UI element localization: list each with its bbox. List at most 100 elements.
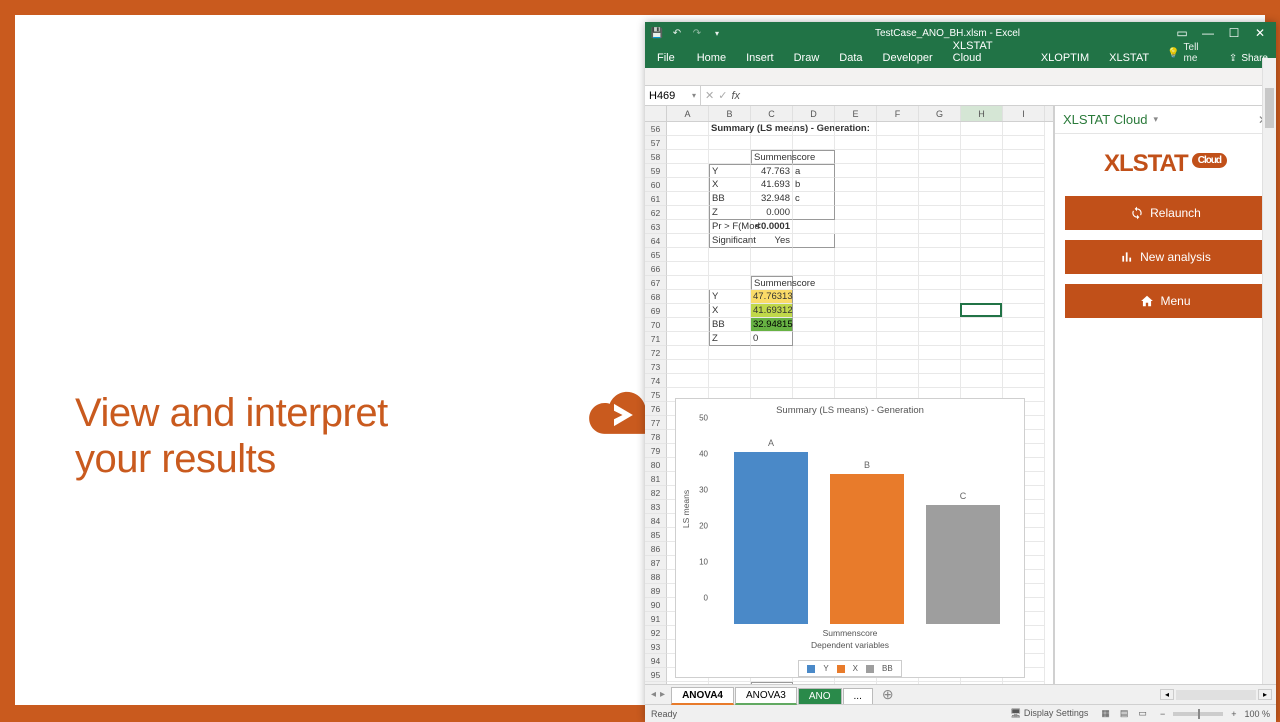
cell-A63[interactable] [667, 220, 709, 234]
name-box[interactable]: H469▾ [645, 86, 701, 105]
cell-I58[interactable] [1003, 150, 1045, 164]
row-header[interactable]: 94 [645, 654, 667, 668]
cell-A67[interactable] [667, 276, 709, 290]
row-header[interactable]: 66 [645, 262, 667, 276]
cell-H63[interactable] [961, 220, 1003, 234]
row-header[interactable]: 68 [645, 290, 667, 304]
tab-draw[interactable]: Draw [784, 48, 830, 68]
row-header[interactable]: 70 [645, 318, 667, 332]
fx-icon[interactable]: fx [731, 90, 740, 102]
cell-C64[interactable]: Yes [751, 234, 793, 248]
row-header[interactable]: 91 [645, 612, 667, 626]
cell-H72[interactable] [961, 346, 1003, 360]
column-header-C[interactable]: C [751, 106, 793, 121]
cell-G74[interactable] [919, 374, 961, 388]
row-header[interactable]: 73 [645, 360, 667, 374]
cell-C57[interactable] [751, 136, 793, 150]
cell-I60[interactable] [1003, 178, 1045, 192]
cell-I56[interactable] [1003, 122, 1045, 136]
cell-H73[interactable] [961, 360, 1003, 374]
cell-A70[interactable] [667, 318, 709, 332]
cell-I65[interactable] [1003, 248, 1045, 262]
cell-A74[interactable] [667, 374, 709, 388]
tab-nav-first-icon[interactable]: ◂ [651, 689, 656, 700]
cell-B64[interactable]: Significant [709, 234, 751, 248]
row-header[interactable]: 65 [645, 248, 667, 262]
row-header[interactable]: 71 [645, 332, 667, 346]
row-header[interactable]: 57 [645, 136, 667, 150]
cell-C62[interactable]: 0.000 [751, 206, 793, 220]
cell-G66[interactable] [919, 262, 961, 276]
cell-A57[interactable] [667, 136, 709, 150]
sidepane-dropdown-icon[interactable]: ▾ [1154, 114, 1159, 125]
cell-D65[interactable] [793, 248, 835, 262]
row-header[interactable]: 95 [645, 668, 667, 682]
cell-A58[interactable] [667, 150, 709, 164]
cell-D69[interactable] [793, 304, 835, 318]
tab-xlstat[interactable]: XLSTAT [1099, 48, 1159, 68]
cell-E66[interactable] [835, 262, 877, 276]
chevron-down-icon[interactable]: ▾ [692, 91, 696, 100]
cell-H67[interactable] [961, 276, 1003, 290]
cell-I59[interactable] [1003, 164, 1045, 178]
cell-D61[interactable]: c [793, 192, 835, 206]
cell-E72[interactable] [835, 346, 877, 360]
column-header-F[interactable]: F [877, 106, 919, 121]
cell-A96[interactable] [667, 682, 709, 684]
cell-C69[interactable]: 41.69312 [751, 304, 793, 318]
column-header-D[interactable]: D [793, 106, 835, 121]
cell-I72[interactable] [1003, 346, 1045, 360]
row-header[interactable]: 78 [645, 430, 667, 444]
cell-D74[interactable] [793, 374, 835, 388]
cell-G58[interactable] [919, 150, 961, 164]
cell-D71[interactable] [793, 332, 835, 346]
cell-F67[interactable] [877, 276, 919, 290]
tab-insert[interactable]: Insert [736, 48, 784, 68]
relaunch-button[interactable]: Relaunch [1065, 196, 1266, 230]
row-header[interactable]: 72 [645, 346, 667, 360]
row-header[interactable]: 84 [645, 514, 667, 528]
normal-view-icon[interactable]: ▦ [1096, 707, 1115, 719]
cell-D62[interactable] [793, 206, 835, 220]
cell-B96[interactable] [709, 682, 751, 684]
cell-F73[interactable] [877, 360, 919, 374]
cell-D63[interactable] [793, 220, 835, 234]
cell-F74[interactable] [877, 374, 919, 388]
cell-B57[interactable] [709, 136, 751, 150]
row-header[interactable]: 83 [645, 500, 667, 514]
cell-E57[interactable] [835, 136, 877, 150]
column-header-E[interactable]: E [835, 106, 877, 121]
row-header[interactable]: 96 [645, 682, 667, 684]
cell-D60[interactable]: b [793, 178, 835, 192]
column-header-B[interactable]: B [709, 106, 751, 121]
cell-I63[interactable] [1003, 220, 1045, 234]
cell-H58[interactable] [961, 150, 1003, 164]
row-header[interactable]: 59 [645, 164, 667, 178]
cell-F68[interactable] [877, 290, 919, 304]
cell-E59[interactable] [835, 164, 877, 178]
cell-G59[interactable] [919, 164, 961, 178]
cell-I73[interactable] [1003, 360, 1045, 374]
cell-G65[interactable] [919, 248, 961, 262]
cell-I71[interactable] [1003, 332, 1045, 346]
cell-H57[interactable] [961, 136, 1003, 150]
cell-E65[interactable] [835, 248, 877, 262]
row-header[interactable]: 75 [645, 388, 667, 402]
cell-F64[interactable] [877, 234, 919, 248]
cell-E74[interactable] [835, 374, 877, 388]
spreadsheet-grid[interactable]: 56Summary (LS means) - Generation:5758Su… [645, 122, 1053, 684]
cell-G67[interactable] [919, 276, 961, 290]
horizontal-scrollbar[interactable] [1176, 690, 1256, 700]
cell-D73[interactable] [793, 360, 835, 374]
row-header[interactable]: 64 [645, 234, 667, 248]
cell-B71[interactable]: Z [709, 332, 751, 346]
cell-I61[interactable] [1003, 192, 1045, 206]
page-layout-view-icon[interactable]: ▤ [1115, 707, 1134, 719]
row-header[interactable]: 74 [645, 374, 667, 388]
cell-A61[interactable] [667, 192, 709, 206]
cell-A56[interactable] [667, 122, 709, 136]
row-header[interactable]: 61 [645, 192, 667, 206]
cell-C63[interactable]: <0.0001 [751, 220, 793, 234]
display-settings-button[interactable]: 🖥 Display Settings [1010, 708, 1088, 719]
row-header[interactable]: 67 [645, 276, 667, 290]
